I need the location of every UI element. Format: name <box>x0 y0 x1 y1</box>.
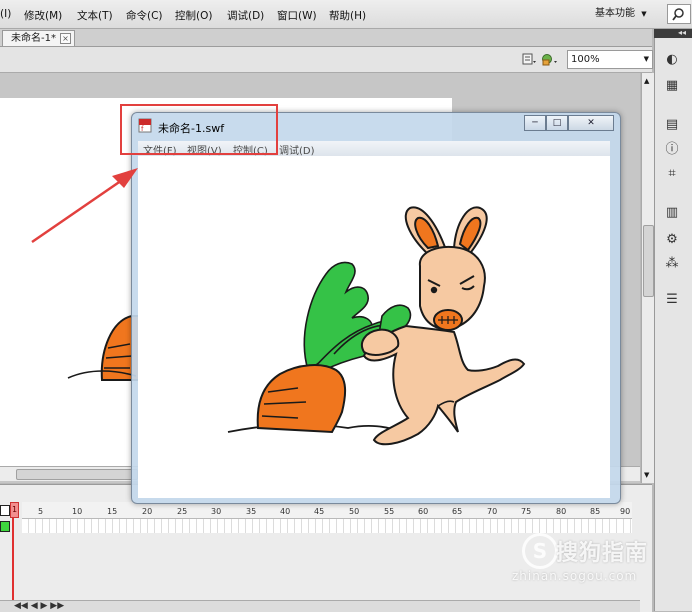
layer-color-icon[interactable] <box>0 521 10 532</box>
frame-tick: 10 <box>72 507 83 516</box>
search-input[interactable] <box>667 4 691 24</box>
menu-commands[interactable]: 命令(C) <box>126 8 163 23</box>
search-icon <box>672 8 684 21</box>
scroll-thumb[interactable] <box>16 469 138 480</box>
document-tab-bar <box>0 29 652 47</box>
playback-controls-icon[interactable]: ◀◀ ◀ ▶ ▶▶ <box>14 601 64 612</box>
close-icon[interactable]: × <box>59 33 71 44</box>
playhead-line <box>12 502 14 611</box>
frame-tick: 75 <box>521 507 532 516</box>
transform-icon[interactable]: ⌗ <box>662 166 682 182</box>
frame-tick: 50 <box>349 507 360 516</box>
menu-window[interactable]: 窗口(W) <box>277 8 317 23</box>
frame-tick: 25 <box>177 507 188 516</box>
zoom-value: 100% <box>571 54 600 65</box>
frame-tick: 35 <box>246 507 257 516</box>
menu-text[interactable]: 文本(T) <box>77 8 113 23</box>
scroll-thumb[interactable] <box>643 225 654 297</box>
frame-tick: 30 <box>211 507 222 516</box>
watermark-brand: 搜狗指南 <box>556 541 649 566</box>
tab-label: 未命名-1* <box>11 33 56 44</box>
properties-icon[interactable]: ☰ <box>662 292 682 308</box>
scroll-up-arrow[interactable]: ▲ <box>644 77 649 85</box>
motion-presets-icon[interactable]: ⁂ <box>662 256 682 272</box>
scroll-down-arrow[interactable]: ▼ <box>644 471 649 479</box>
collapse-arrows-icon[interactable]: ◂◂ <box>678 28 686 37</box>
highlight-box <box>120 104 278 155</box>
swf-menu-debug[interactable]: 调试(D) <box>279 142 315 157</box>
chevron-down-icon: ▼ <box>643 55 649 63</box>
timeline-controls: ◀◀ ◀ ▶ ▶▶ <box>0 600 640 612</box>
menu-control[interactable]: 控制(O) <box>175 8 212 23</box>
components-icon[interactable]: ⚙ <box>662 232 682 248</box>
tab-document[interactable]: 未命名-1* × <box>2 30 75 46</box>
menu-help[interactable]: 帮助(H) <box>329 8 366 23</box>
workspace-label: 基本功能 <box>595 8 635 19</box>
info-icon[interactable]: ⓘ <box>662 142 682 158</box>
menu-modify[interactable]: 修改(M) <box>24 8 62 23</box>
frame-tick: 80 <box>556 507 567 516</box>
frame-tick: 90 <box>620 507 631 516</box>
frame-tick: 60 <box>418 507 429 516</box>
minimize-button[interactable]: ─ <box>524 115 546 131</box>
menu-bar: (I) 修改(M) 文本(T) 命令(C) 控制(O) 调试(D) 窗口(W) … <box>0 0 692 29</box>
vertical-scrollbar[interactable]: ▲ ▼ <box>641 73 654 483</box>
outline-icon[interactable] <box>0 505 10 516</box>
timeline-ruler[interactable]: 5 10 15 20 25 30 35 40 45 50 55 60 65 70… <box>22 502 632 519</box>
frame-tick: 20 <box>142 507 153 516</box>
maximize-button[interactable]: □ <box>546 115 568 131</box>
frame-tick: 85 <box>590 507 601 516</box>
color-panel-icon[interactable]: ◐ <box>662 52 682 68</box>
rabbit-carrot-illustration <box>227 206 526 446</box>
menu-insert[interactable]: (I) <box>0 8 11 20</box>
frame-tick: 15 <box>107 507 118 516</box>
library-icon[interactable]: ▥ <box>662 205 682 221</box>
menu-debug[interactable]: 调试(D) <box>227 8 264 23</box>
workspace-switcher[interactable]: 基本功能 ▼ <box>591 6 651 21</box>
swatches-icon[interactable]: ▦ <box>662 78 682 94</box>
panel-collapse-bar[interactable]: ◂◂ <box>654 28 692 38</box>
frame-tick: 55 <box>384 507 395 516</box>
sogou-logo-icon: S <box>522 533 558 569</box>
frame-tick: 5 <box>38 507 44 516</box>
sogou-watermark: S 搜狗指南 zhinan.sogou.com <box>512 533 682 593</box>
frame-tick: 45 <box>314 507 325 516</box>
timeline-frames[interactable] <box>22 519 632 533</box>
zoom-select[interactable]: 100% ▼ <box>567 50 653 69</box>
chevron-down-icon: ▼ <box>641 10 647 18</box>
align-icon[interactable]: ▤ <box>662 117 682 133</box>
frame-tick: 40 <box>280 507 291 516</box>
playhead[interactable]: 1 <box>10 502 19 518</box>
frame-tick: 65 <box>452 507 463 516</box>
close-button[interactable]: ✕ <box>568 115 614 131</box>
watermark-url: zhinan.sogou.com <box>512 569 638 583</box>
frame-tick: 70 <box>487 507 498 516</box>
edit-symbols-icon[interactable] <box>521 51 561 67</box>
